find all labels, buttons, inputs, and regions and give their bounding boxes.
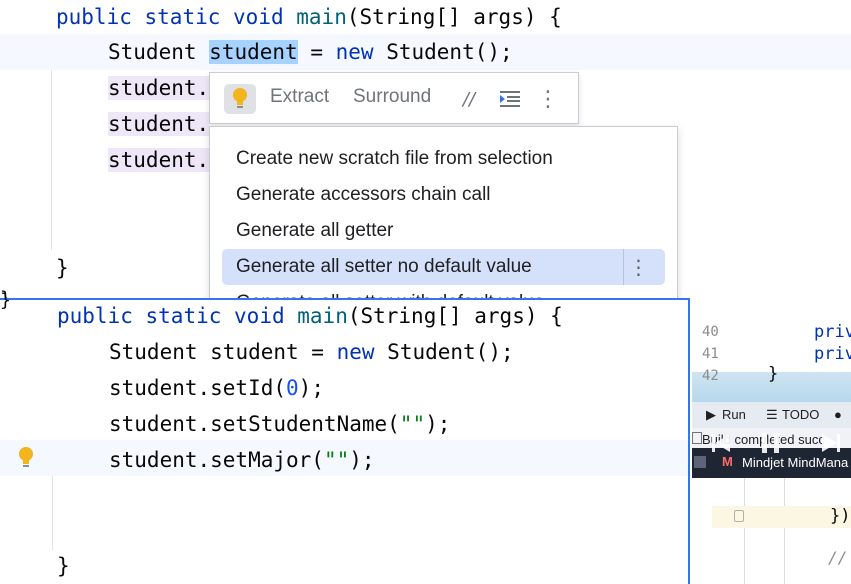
code-fragment: student. — [108, 112, 210, 136]
string-literal: "" — [399, 412, 426, 436]
code-line-student-new[interactable]: Student student = new Student(); — [109, 334, 514, 370]
menu-item-generate-accessors-chain[interactable]: Generate accessors chain call — [222, 177, 665, 213]
lightbulb-icon — [233, 88, 247, 108]
code-line-fragment-5[interactable]: student. — [108, 142, 210, 178]
run-play-icon[interactable]: ▶ — [706, 407, 716, 423]
bottom-code-editor[interactable]: } public static void main(String[] args)… — [0, 290, 690, 584]
closing-brace: } — [57, 554, 70, 578]
menu-item-more-icon[interactable]: ⋮ — [623, 249, 653, 285]
constructor-call: Student(); — [373, 40, 513, 64]
windows-icon[interactable] — [694, 456, 706, 468]
code-line-set-id[interactable]: student.setId(0); — [109, 370, 324, 406]
next-track-icon[interactable] — [822, 434, 840, 452]
keyword-public: public — [56, 5, 132, 29]
type-student: Student — [109, 340, 198, 364]
line-number: 41 — [702, 346, 719, 362]
number-literal: 0 — [286, 376, 299, 400]
extract-button[interactable]: Extract — [270, 86, 329, 108]
closing-brace: } — [56, 256, 69, 280]
menu-item-create-scratch-file[interactable]: Create new scratch file from selection — [222, 141, 665, 177]
code-fragment: student. — [108, 76, 210, 100]
keyword-new: new — [335, 40, 374, 64]
indent-guide — [744, 478, 745, 584]
code-line-set-major[interactable]: student.setMajor(""); — [109, 442, 375, 478]
constructor-call: Student(); — [374, 340, 514, 364]
method-params: (String[] args) { — [347, 304, 563, 328]
surround-button[interactable]: Surround — [353, 86, 431, 108]
statement-end: ); — [349, 448, 375, 472]
outer-brace: } — [0, 290, 11, 311]
code-fragment: priv — [814, 344, 851, 364]
indent-guide — [51, 70, 52, 250]
intention-actions-button[interactable] — [224, 84, 256, 114]
method-name-main: main — [296, 5, 347, 29]
line-number: 42 — [702, 368, 719, 384]
method-params: (String[] args) { — [346, 5, 562, 29]
keyword-void: void — [234, 304, 285, 328]
type-student: Student — [108, 40, 197, 64]
code-fragment: } — [768, 364, 779, 384]
line-number: 40 — [702, 324, 719, 340]
setter-call: student.setStudentName( — [109, 412, 400, 436]
code-line-set-student-name[interactable]: student.setStudentName(""); — [109, 406, 450, 442]
keyword-public: public — [57, 304, 133, 328]
assign-operator: = — [297, 40, 336, 64]
keyword-new: new — [336, 340, 375, 364]
floating-toolbar: Extract Surround // ⋮ — [209, 72, 579, 124]
code-line-main-signature[interactable]: public static void main(String[] args) { — [56, 0, 562, 35]
statement-end: ); — [425, 412, 451, 436]
previous-track-icon[interactable] — [712, 434, 730, 452]
string-literal: "" — [323, 448, 350, 472]
media-controls — [712, 428, 842, 458]
code-fragment: priv — [814, 322, 851, 342]
generate-context-menu: Create new scratch file from selection G… — [209, 126, 678, 316]
todo-list-icon[interactable]: ☰ — [766, 407, 778, 423]
comment-icon[interactable]: // — [457, 87, 481, 111]
fold-marker-icon[interactable] — [734, 510, 744, 522]
todo-tab[interactable]: TODO — [782, 407, 819, 422]
code-line-fragment-3[interactable]: student. — [108, 70, 210, 106]
checkbox-icon — [692, 432, 702, 444]
tool-window-bar: ▶ Run ☰ TODO ● — [692, 402, 851, 428]
pause-icon[interactable] — [762, 433, 779, 453]
indent-guide — [52, 476, 53, 550]
reformat-icon[interactable] — [498, 87, 522, 111]
menu-item-generate-setter-no-default[interactable]: Generate all setter no default value ⋮ — [222, 249, 665, 285]
code-line-student-new[interactable]: Student student = new Student(); — [108, 34, 513, 70]
problems-icon[interactable]: ● — [834, 407, 842, 422]
selected-variable-student[interactable]: student — [209, 40, 298, 64]
setter-call: student.setId( — [109, 376, 287, 400]
run-tab[interactable]: Run — [722, 407, 746, 422]
background-ide-window: 40 41 priv priv 42 } ▶ Run ☰ TODO ● Buil… — [692, 320, 851, 584]
menu-item-label: Generate all setter no default value — [236, 256, 532, 277]
statement-end: ); — [298, 376, 324, 400]
variable-student: student = — [197, 340, 337, 364]
keyword-void: void — [233, 5, 284, 29]
more-options-icon[interactable]: ⋮ — [536, 87, 560, 112]
keyword-static: static — [144, 5, 221, 29]
method-name-main: main — [297, 304, 348, 328]
gutter-lightbulb-icon[interactable] — [17, 446, 35, 474]
menu-item-generate-all-getter[interactable]: Generate all getter — [222, 213, 665, 249]
setter-call: student.setMajor( — [109, 448, 324, 472]
comment-fragment: // — [828, 548, 848, 567]
keyword-static: static — [145, 304, 222, 328]
indent-guide — [784, 478, 785, 584]
code-line-main-signature[interactable]: public static void main(String[] args) { — [57, 298, 563, 334]
code-fragment: }) — [830, 506, 851, 526]
code-line-fragment-4[interactable]: student. — [108, 106, 210, 142]
code-fragment: student. — [108, 148, 210, 172]
